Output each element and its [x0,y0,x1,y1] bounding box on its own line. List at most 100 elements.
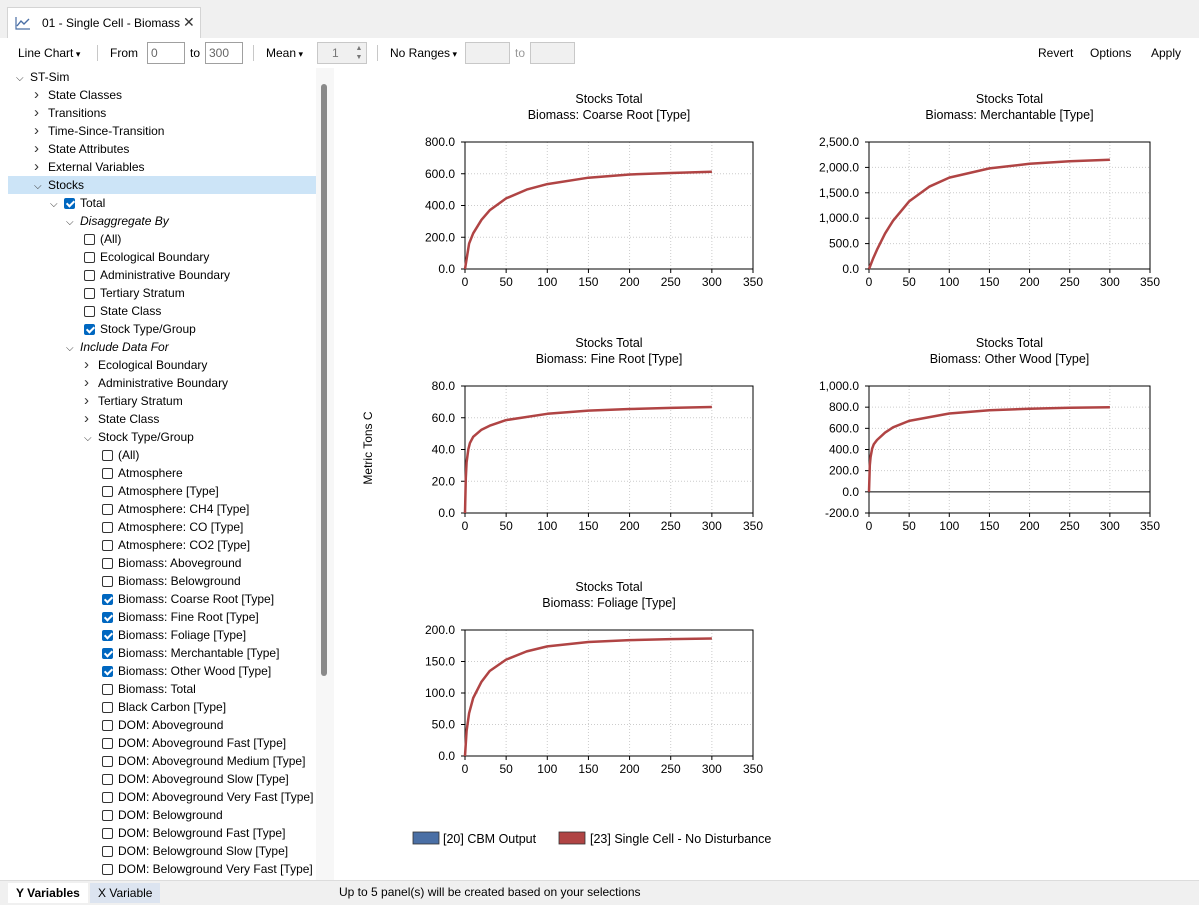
ranges-dropdown[interactable]: No Ranges [390,46,457,60]
tree-node[interactable]: DOM: Aboveground Medium [Type] [102,752,305,770]
tree-node[interactable]: State Class [84,302,161,320]
revert-button[interactable]: Revert [1038,46,1073,60]
checkbox[interactable] [84,288,95,299]
chevron-down-icon[interactable]: ⌵ [50,196,64,214]
checkbox[interactable] [102,864,113,875]
checkbox[interactable] [102,684,113,695]
tree-node[interactable]: (All) [102,446,139,464]
tree-node[interactable]: › Transitions [34,104,106,122]
tree-node[interactable]: › State Attributes [34,140,129,158]
document-tab[interactable]: 01 - Single Cell - Biomass ✕ [7,7,201,38]
tree-node[interactable]: DOM: Aboveground [102,716,223,734]
tree-node[interactable]: Stock Type/Group [84,320,196,338]
checkbox[interactable] [102,576,113,587]
checkbox[interactable] [102,828,113,839]
tree-node[interactable]: Atmosphere: CO2 [Type] [102,536,250,554]
chevron-down-icon[interactable]: ⌵ [16,70,30,88]
tree-node[interactable]: ⌵ Disaggregate By [66,212,169,230]
checkbox[interactable] [102,612,113,623]
tree-node[interactable]: Black Carbon [Type] [102,698,226,716]
checkbox[interactable] [102,558,113,569]
checkbox[interactable] [84,270,95,281]
chevron-right-icon[interactable]: › [34,140,48,158]
tree-node[interactable]: DOM: Belowground Slow [Type] [102,842,288,860]
tree-node[interactable]: › Administrative Boundary [84,374,228,392]
chevron-down-icon[interactable]: ⌵ [66,214,80,232]
tree-node[interactable]: Atmosphere: CH4 [Type] [102,500,249,518]
to-input[interactable]: 300 [205,42,243,64]
checkbox[interactable] [102,486,113,497]
tree-node[interactable]: DOM: Aboveground Very Fast [Type] [102,788,313,806]
chevron-down-icon[interactable]: ⌵ [34,178,48,196]
tree-node[interactable]: ⌵ Stocks [8,176,316,194]
tree-node[interactable]: ⌵ Stock Type/Group [84,428,194,446]
tree-node[interactable]: DOM: Aboveground Fast [Type] [102,734,286,752]
checkbox[interactable] [102,666,113,677]
tree-node[interactable]: Biomass: Merchantable [Type] [102,644,279,662]
options-button[interactable]: Options [1090,46,1131,60]
chevron-right-icon[interactable]: › [34,122,48,140]
tree-node[interactable]: Biomass: Total [102,680,196,698]
checkbox[interactable] [102,720,113,731]
from-input[interactable]: 0 [147,42,185,64]
tree-scrollbar[interactable] [316,68,334,880]
checkbox[interactable] [84,324,95,335]
spin-up-icon[interactable]: ▲ [353,44,365,53]
checkbox[interactable] [102,702,113,713]
chevron-right-icon[interactable]: › [34,104,48,122]
checkbox[interactable] [102,450,113,461]
checkbox[interactable] [102,792,113,803]
checkbox[interactable] [102,774,113,785]
checkbox[interactable] [102,504,113,515]
tree-node[interactable]: DOM: Belowground [102,806,223,824]
tree-scrollbar-thumb[interactable] [321,84,327,676]
chevron-right-icon[interactable]: › [84,392,98,410]
tree-node[interactable]: Biomass: Coarse Root [Type] [102,590,274,608]
checkbox[interactable] [84,306,95,317]
checkbox[interactable] [102,648,113,659]
tree-node[interactable]: ⌵ ST-Sim [16,68,69,86]
tree-node[interactable]: ⌵ Include Data For [66,338,169,356]
tree-node[interactable]: Tertiary Stratum [84,284,185,302]
checkbox[interactable] [102,756,113,767]
apply-button[interactable]: Apply [1151,46,1181,60]
checkbox[interactable] [84,252,95,263]
tree-node[interactable]: Ecological Boundary [84,248,209,266]
tree-node[interactable]: › State Classes [34,86,122,104]
checkbox[interactable] [102,846,113,857]
tree-node[interactable]: Biomass: Aboveground [102,554,241,572]
spin-down-icon[interactable]: ▼ [353,53,365,62]
checkbox[interactable] [102,540,113,551]
tree-node[interactable]: Atmosphere: CO [Type] [102,518,243,536]
chevron-down-icon[interactable]: ⌵ [66,340,80,358]
checkbox[interactable] [102,594,113,605]
tree-node[interactable]: DOM: Aboveground Slow [Type] [102,770,289,788]
tree-node[interactable]: Atmosphere [Type] [102,482,219,500]
tree-node[interactable]: (All) [84,230,121,248]
chevron-right-icon[interactable]: › [34,86,48,104]
chevron-right-icon[interactable]: › [84,410,98,428]
tree-node[interactable]: Biomass: Belowground [102,572,241,590]
checkbox[interactable] [84,234,95,245]
tree-node[interactable]: Biomass: Foliage [Type] [102,626,246,644]
checkbox[interactable] [102,522,113,533]
tree-node[interactable]: ⌵ Total [50,194,105,212]
aggregate-dropdown[interactable]: Mean [266,46,303,60]
tree-node[interactable]: › Time-Since-Transition [34,122,164,140]
checkbox[interactable] [102,738,113,749]
chevron-right-icon[interactable]: › [84,374,98,392]
tree-node[interactable]: DOM: Belowground Fast [Type] [102,824,285,842]
chevron-down-icon[interactable]: ⌵ [84,430,98,448]
tree-node[interactable]: › Ecological Boundary [84,356,207,374]
tree-node[interactable]: DOM: Belowground Very Fast [Type] [102,860,313,878]
tree-node[interactable]: › External Variables [34,158,145,176]
close-icon[interactable]: ✕ [183,14,195,31]
chevron-right-icon[interactable]: › [84,356,98,374]
tree-node[interactable]: Atmosphere [102,464,183,482]
tree-node[interactable]: › Tertiary Stratum [84,392,183,410]
tree-node[interactable]: Biomass: Fine Root [Type] [102,608,259,626]
chart-type-dropdown[interactable]: Line Chart [18,46,80,60]
checkbox[interactable] [102,810,113,821]
checkbox[interactable] [102,468,113,479]
tree-node[interactable]: › State Class [84,410,159,428]
